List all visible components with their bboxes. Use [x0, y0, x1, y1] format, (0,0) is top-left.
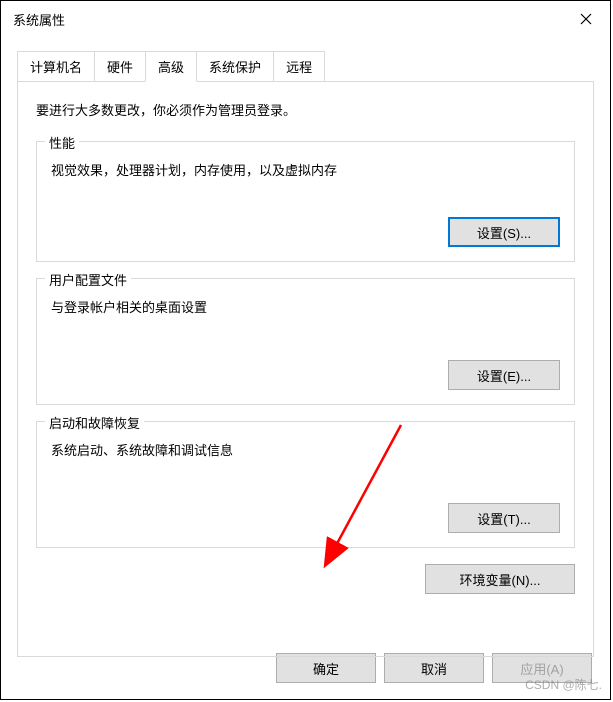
group-startup-button-row: 设置(T)... [51, 503, 560, 533]
close-icon [580, 13, 592, 25]
titlebar: 系统属性 [1, 1, 610, 37]
group-performance: 性能 视觉效果，处理器计划，内存使用，以及虚拟内存 设置(S)... [36, 141, 575, 262]
userprofile-settings-button[interactable]: 设置(E)... [448, 360, 560, 390]
group-startup: 启动和故障恢复 系统启动、系统故障和调试信息 设置(T)... [36, 421, 575, 548]
tab-computer-name[interactable]: 计算机名 [17, 51, 95, 81]
group-startup-title: 启动和故障恢复 [45, 413, 144, 432]
group-userprofile-button-row: 设置(E)... [51, 360, 560, 390]
tab-panel-advanced: 要进行大多数更改，你必须作为管理员登录。 性能 视觉效果，处理器计划，内存使用，… [17, 81, 594, 657]
close-button[interactable] [562, 1, 610, 37]
tab-advanced[interactable]: 高级 [145, 51, 197, 82]
tab-system-protection[interactable]: 系统保护 [196, 51, 274, 81]
tab-hardware[interactable]: 硬件 [94, 51, 146, 81]
cancel-button[interactable]: 取消 [384, 653, 484, 683]
dialog-title: 系统属性 [13, 10, 65, 29]
group-userprofile-desc: 与登录帐户相关的桌面设置 [51, 297, 560, 316]
group-performance-desc: 视觉效果，处理器计划，内存使用，以及虚拟内存 [51, 160, 560, 179]
group-userprofile: 用户配置文件 与登录帐户相关的桌面设置 设置(E)... [36, 278, 575, 405]
group-performance-title: 性能 [45, 133, 79, 152]
group-startup-desc: 系统启动、系统故障和调试信息 [51, 440, 560, 459]
tab-area: 计算机名 硬件 高级 系统保护 远程 要进行大多数更改，你必须作为管理员登录。 … [17, 51, 594, 657]
watermark: CSDN @陈七. [525, 676, 602, 693]
admin-intro-text: 要进行大多数更改，你必须作为管理员登录。 [36, 100, 575, 119]
tab-remote[interactable]: 远程 [273, 51, 325, 81]
ok-button[interactable]: 确定 [276, 653, 376, 683]
startup-settings-button[interactable]: 设置(T)... [448, 503, 560, 533]
tab-strip: 计算机名 硬件 高级 系统保护 远程 [17, 51, 594, 81]
group-performance-button-row: 设置(S)... [51, 217, 560, 247]
group-userprofile-title: 用户配置文件 [45, 270, 131, 289]
environment-variables-button[interactable]: 环境变量(N)... [425, 564, 575, 594]
system-properties-dialog: 系统属性 计算机名 硬件 高级 系统保护 远程 要进行大多数更改，你必须作为管理… [0, 0, 611, 700]
env-button-row: 环境变量(N)... [36, 564, 575, 594]
performance-settings-button[interactable]: 设置(S)... [448, 217, 560, 247]
